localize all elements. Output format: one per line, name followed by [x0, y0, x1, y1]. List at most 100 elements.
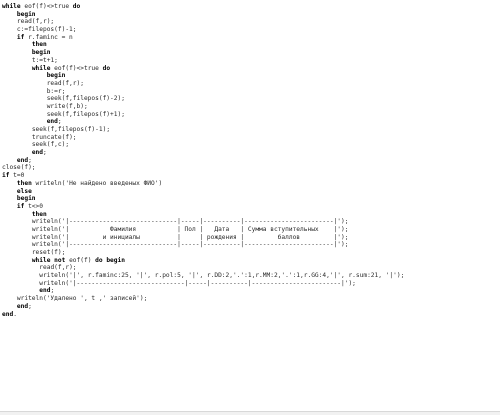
code-line: read(f,r); — [2, 264, 498, 272]
code-line: close(f); — [2, 164, 498, 172]
code-text: c:=filepos(f)-1; — [16, 26, 77, 34]
code-line: seek(f,filepos(f)-2); — [2, 95, 498, 103]
code-text: writeln('| Фамилия | Пол | Дата | Сумма … — [31, 225, 349, 233]
code-line: writeln('Удалено ', t ,' записей'); — [2, 295, 498, 303]
code-line: write(f,b); — [2, 103, 498, 111]
code-line: then — [2, 41, 498, 49]
code-text: b:=r; — [46, 87, 66, 95]
code-line: read(f,r); — [2, 80, 498, 88]
code-text: ; — [43, 149, 47, 157]
code-line: seek(f,c); — [2, 141, 498, 149]
code-keyword: end — [2, 310, 14, 318]
code-text: read(f,r); — [16, 18, 55, 26]
horizontal-scrollbar[interactable] — [0, 411, 500, 415]
code-text: close(f); — [2, 164, 36, 172]
code-line: writeln('|-----------------------------|… — [2, 280, 498, 288]
code-line: while eof(f)<>true do — [2, 65, 498, 73]
code-text: ; — [28, 156, 32, 164]
code-text: writeln('|-----------------------------|… — [31, 241, 349, 249]
code-keyword: do begin — [95, 256, 125, 264]
code-text: writeln('Удалено ', t ,' записей'); — [16, 295, 148, 303]
code-keyword: do — [72, 3, 81, 10]
code-keyword: while not — [31, 256, 66, 264]
code-line: seek(f,filepos(f)+1); — [2, 111, 498, 119]
code-text: t=0 — [9, 172, 25, 180]
code-text: r.faminc = n — [24, 33, 73, 41]
code-line: begin — [2, 11, 498, 19]
code-text: writeln('|', r.faminc:25, '|', r.pol:5, … — [39, 272, 405, 280]
code-keyword: while — [31, 64, 51, 72]
code-keyword: then — [31, 41, 47, 49]
code-text: ; — [57, 118, 62, 126]
code-text: seek(f,c); — [31, 141, 70, 149]
code-line: writeln('| и инициалы | | рождения | бал… — [2, 234, 498, 242]
code-line: begin — [2, 49, 498, 57]
code-keyword: begin — [16, 10, 36, 18]
code-line: truncate(f); — [2, 134, 498, 142]
code-line: begin — [2, 195, 498, 203]
code-line: c:=filepos(f)-1; — [2, 26, 498, 34]
code-line: while not eof(f) do begin — [2, 257, 498, 265]
code-keyword: then — [31, 210, 47, 218]
code-line: begin — [2, 72, 498, 80]
code-text: eof(f) — [65, 256, 96, 264]
code-editor[interactable]: while eof(f)<>true do begin read(f,r); c… — [2, 3, 498, 412]
code-keyword: end — [16, 156, 29, 164]
code-text: truncate(f); — [31, 133, 77, 141]
code-line: seek(f,filepos(f)-1); — [2, 126, 498, 134]
code-text: writeln('Не найдено введеных ФИО') — [31, 179, 163, 187]
code-keyword: end — [46, 118, 58, 126]
code-line: writeln('|-----------------------------|… — [2, 218, 498, 226]
code-text: read(f,r); — [46, 79, 84, 87]
code-line: t:=t+1; — [2, 57, 498, 65]
code-line: reset(f); — [2, 249, 498, 257]
code-line: b:=r; — [2, 88, 498, 96]
code-line: if t=0 — [2, 172, 498, 180]
code-text: read(f,r); — [39, 264, 77, 272]
code-line: writeln('|-----------------------------|… — [2, 241, 498, 249]
code-line: writeln('|', r.faminc:25, '|', r.pol:5, … — [2, 272, 498, 280]
code-line: writeln('| Фамилия | Пол | Дата | Сумма … — [2, 226, 498, 234]
code-line: then writeln('Не найдено введеных ФИО') — [2, 180, 498, 188]
code-text: seek(f,filepos(f)-1); — [31, 126, 111, 133]
code-keyword: end — [31, 149, 43, 157]
code-text: ; — [50, 287, 55, 295]
code-keyword: begin — [31, 49, 51, 57]
code-text: t:=t+1; — [31, 56, 58, 64]
code-line: if r.faminc = n — [2, 34, 498, 42]
code-line: end; — [2, 118, 498, 126]
code-keyword: while — [2, 3, 21, 10]
code-text: reset(f); — [31, 249, 66, 256]
code-keyword: begin — [16, 195, 36, 203]
code-text: writeln('|-----------------------------|… — [39, 279, 356, 287]
code-keyword: do — [102, 64, 111, 72]
